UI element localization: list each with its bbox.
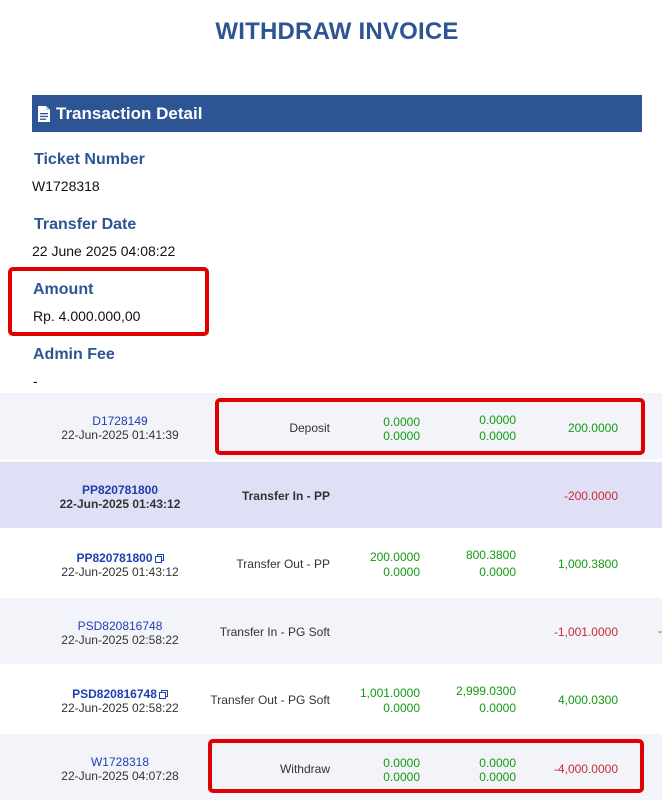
transaction-id-link[interactable]: D1728149 (30, 414, 210, 428)
amount-value: Rp. 4.000.000,00 (33, 308, 141, 324)
amount-highlight-box (8, 267, 209, 336)
amount-col1-bottom: 0.0000 (383, 701, 420, 715)
table-row[interactable]: PP820781800 22-Jun-2025 01:43:12 Transfe… (0, 530, 662, 596)
amount-col2-bottom: 0.0000 (479, 701, 516, 715)
total-value: 4,000.0300 (557, 693, 618, 707)
total-value: -200.0000 (563, 489, 618, 503)
copy-icon[interactable] (154, 553, 164, 563)
transaction-id-link[interactable]: PP820781800 (30, 483, 210, 497)
transaction-type: Transfer Out - PP (236, 557, 330, 571)
transaction-datetime: 22-Jun-2025 01:43:12 (61, 565, 179, 579)
deposit-highlight-box (215, 398, 645, 455)
transaction-detail-header: Transaction Detail (32, 95, 642, 132)
transaction-datetime: 22-Jun-2025 02:58:22 (61, 701, 179, 715)
transaction-id-link[interactable]: PSD820816748 (30, 619, 210, 633)
transfer-date-label: Transfer Date (34, 216, 137, 233)
total-value: -1,001.0000 (553, 625, 618, 639)
transaction-datetime: 22-Jun-2025 01:41:39 (61, 428, 179, 442)
trailing-dash: - (658, 624, 662, 638)
transaction-id-link[interactable]: PSD820816748 (72, 687, 157, 701)
transfer-date-value: 22 June 2025 04:08:22 (32, 243, 176, 259)
transaction-type: Transfer Out - PG Soft (210, 693, 330, 707)
transaction-type: Transfer In - PP (241, 489, 330, 503)
ticket-number-value: W1728318 (32, 178, 100, 194)
section-title: Transaction Detail (56, 103, 203, 123)
transaction-id-link[interactable]: W1728318 (30, 755, 210, 769)
amount-col1-top: 1,001.0000 (359, 686, 420, 700)
table-row[interactable]: PP820781800 22-Jun-2025 01:43:12 Transfe… (0, 462, 662, 528)
table-row[interactable]: PSD820816748 22-Jun-2025 02:58:22 Transf… (0, 598, 662, 664)
amount-col2-bottom: 0.0000 (479, 565, 516, 579)
transaction-datetime: 22-Jun-2025 04:07:28 (61, 769, 179, 783)
table-row[interactable]: PSD820816748 22-Jun-2025 02:58:22 Transf… (0, 666, 662, 732)
page-title: WITHDRAW INVOICE (215, 18, 459, 45)
ticket-number-label: Ticket Number (34, 151, 145, 168)
admin-fee-value: - (33, 373, 38, 389)
admin-fee-label: Admin Fee (33, 346, 115, 363)
amount-col1-top: 200.0000 (369, 550, 420, 564)
total-value: 1,000.3800 (557, 557, 618, 571)
amount-col1-bottom: 0.0000 (383, 565, 420, 579)
transaction-datetime: 22-Jun-2025 02:58:22 (61, 633, 179, 647)
amount-col2-top: 800.3800 (465, 548, 516, 562)
withdraw-highlight-box (208, 739, 644, 793)
transaction-id-link[interactable]: PP820781800 (76, 551, 152, 565)
copy-icon[interactable] (158, 689, 168, 699)
amount-col2-top: 2,999.0300 (455, 684, 516, 698)
transaction-datetime: 22-Jun-2025 01:43:12 (59, 497, 181, 511)
amount-label: Amount (33, 281, 94, 298)
document-icon (38, 105, 50, 122)
transaction-type: Transfer In - PG Soft (219, 625, 330, 639)
